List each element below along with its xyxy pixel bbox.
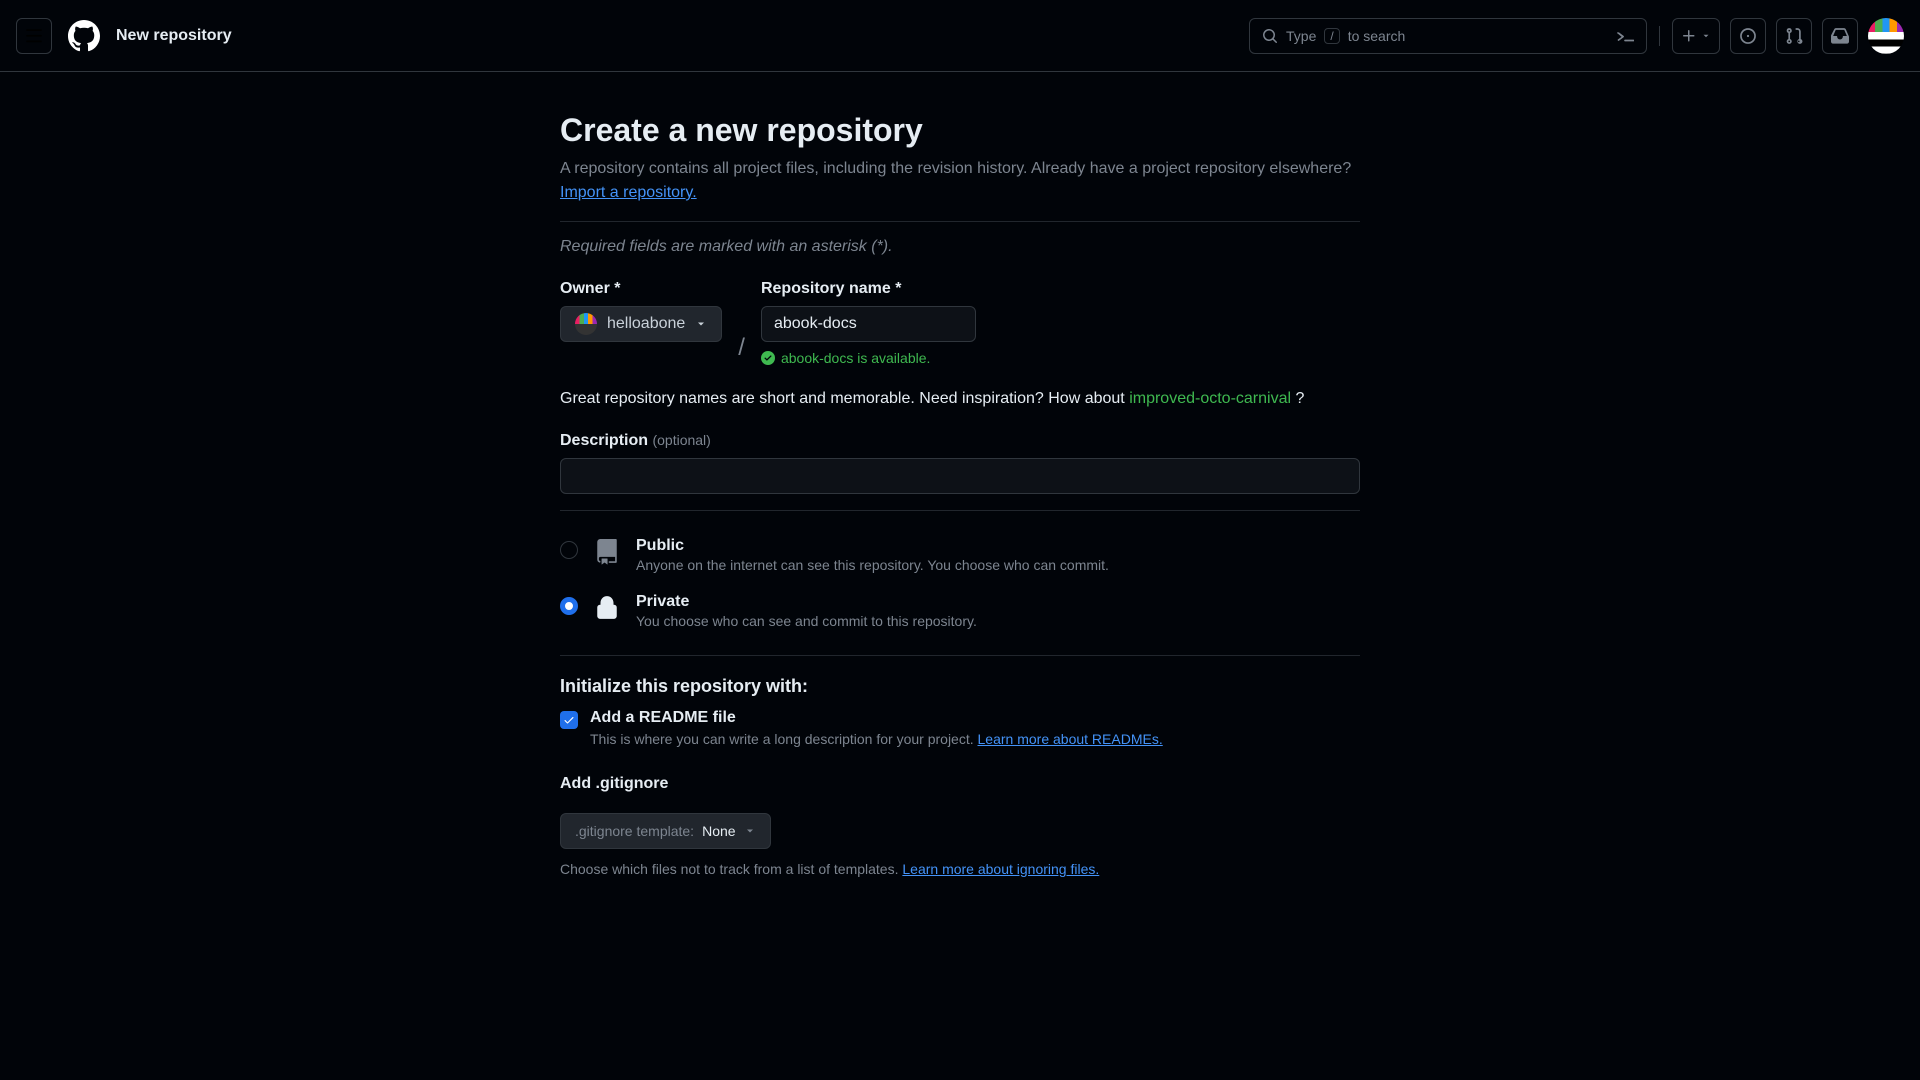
check-circle-icon [761, 351, 775, 365]
subheading-text: A repository contains all project files,… [560, 160, 1351, 177]
inspire-suffix: ? [1291, 390, 1304, 407]
main-content: Create a new repository A repository con… [560, 72, 1360, 917]
desc-optional-text: (optional) [652, 432, 710, 448]
command-palette-icon[interactable] [1616, 27, 1634, 45]
readme-checkbox[interactable] [560, 711, 578, 729]
check-icon [563, 714, 575, 726]
search-text-type: Type [1286, 28, 1316, 44]
readme-desc: This is where you can write a long descr… [590, 731, 1163, 747]
divider [560, 221, 1360, 222]
readme-desc-text: This is where you can write a long descr… [590, 731, 978, 747]
gitignore-label: Add .gitignore [560, 775, 1360, 793]
owner-select-button[interactable]: helloabone [560, 306, 722, 342]
gitignore-value: None [702, 823, 735, 839]
public-radio[interactable] [560, 541, 578, 559]
public-content: Public Anyone on the internet can see th… [636, 537, 1109, 573]
pull-request-icon [1785, 27, 1803, 45]
search-input[interactable]: Type / to search [1249, 18, 1647, 54]
availability-message: abook-docs is available. [761, 350, 976, 366]
private-radio[interactable] [560, 597, 578, 615]
learn-ignoring-link[interactable]: Learn more about ignoring files. [902, 861, 1099, 877]
plus-icon [1681, 28, 1697, 44]
owner-avatar [575, 313, 597, 335]
desc-label-text: Description [560, 432, 648, 449]
inspiration-text: Great repository names are short and mem… [560, 390, 1360, 408]
repo-name-col: Repository name * abook-docs is availabl… [761, 280, 976, 366]
readme-content: Add a README file This is where you can … [590, 709, 1163, 747]
user-avatar[interactable] [1868, 18, 1904, 54]
public-title: Public [636, 537, 1109, 555]
divider [560, 655, 1360, 656]
private-title: Private [636, 593, 977, 611]
gitignore-prefix: .gitignore template: [575, 823, 694, 839]
visibility-private-row: Private You choose who can see and commi… [560, 583, 1360, 639]
hamburger-menu-button[interactable] [16, 18, 52, 54]
issue-icon [1739, 27, 1757, 45]
import-repo-link[interactable]: Import a repository. [560, 184, 697, 201]
readme-title: Add a README file [590, 709, 1163, 727]
availability-text: abook-docs is available. [781, 350, 930, 366]
visibility-public-row: Public Anyone on the internet can see th… [560, 527, 1360, 583]
notifications-button[interactable] [1822, 18, 1858, 54]
public-desc: Anyone on the internet can see this repo… [636, 557, 1109, 573]
divider [1659, 26, 1660, 46]
page-title: New repository [116, 27, 232, 45]
description-label: Description (optional) [560, 432, 1360, 450]
repo-name-suggestion[interactable]: improved-octo-carnival [1129, 390, 1291, 407]
hamburger-icon [25, 27, 43, 45]
description-input[interactable] [560, 458, 1360, 494]
divider [560, 510, 1360, 511]
owner-value: helloabone [607, 315, 685, 333]
initialize-heading: Initialize this repository with: [560, 676, 1360, 697]
issues-button[interactable] [1730, 18, 1766, 54]
owner-label: Owner * [560, 280, 722, 298]
gitignore-helper-text: Choose which files not to track from a l… [560, 861, 902, 877]
repo-name-label: Repository name * [761, 280, 976, 298]
search-icon [1262, 28, 1278, 44]
gitignore-template-button[interactable]: .gitignore template: None [560, 813, 771, 849]
description-col: Description (optional) [560, 432, 1360, 494]
learn-readmes-link[interactable]: Learn more about READMEs. [978, 731, 1163, 747]
search-kbd: / [1324, 28, 1339, 44]
caret-down-icon [1701, 31, 1711, 41]
header-right: Type / to search [1249, 18, 1904, 54]
owner-repo-row: Owner * helloabone / Repository name * a… [560, 280, 1360, 366]
create-new-button[interactable] [1672, 18, 1720, 54]
private-content: Private You choose who can see and commi… [636, 593, 977, 629]
slash-separator: / [738, 334, 745, 366]
search-text-suffix: to search [1348, 28, 1406, 44]
app-header: New repository Type / to search [0, 0, 1920, 72]
readme-row: Add a README file This is where you can … [560, 709, 1360, 747]
owner-col: Owner * helloabone [560, 280, 722, 342]
inbox-icon [1831, 27, 1849, 45]
caret-down-icon [744, 825, 756, 837]
lock-icon [594, 595, 620, 621]
repo-icon [594, 539, 620, 565]
caret-down-icon [695, 318, 707, 330]
required-fields-note: Required fields are marked with an aster… [560, 238, 1360, 256]
private-desc: You choose who can see and commit to thi… [636, 613, 977, 629]
page-heading: Create a new repository [560, 112, 1360, 149]
page-subheading: A repository contains all project files,… [560, 157, 1360, 205]
inspire-prefix: Great repository names are short and mem… [560, 390, 1129, 407]
pull-requests-button[interactable] [1776, 18, 1812, 54]
gitignore-helper: Choose which files not to track from a l… [560, 861, 1360, 877]
header-left: New repository [16, 18, 232, 54]
github-logo-icon[interactable] [68, 20, 100, 52]
repo-name-input[interactable] [761, 306, 976, 342]
